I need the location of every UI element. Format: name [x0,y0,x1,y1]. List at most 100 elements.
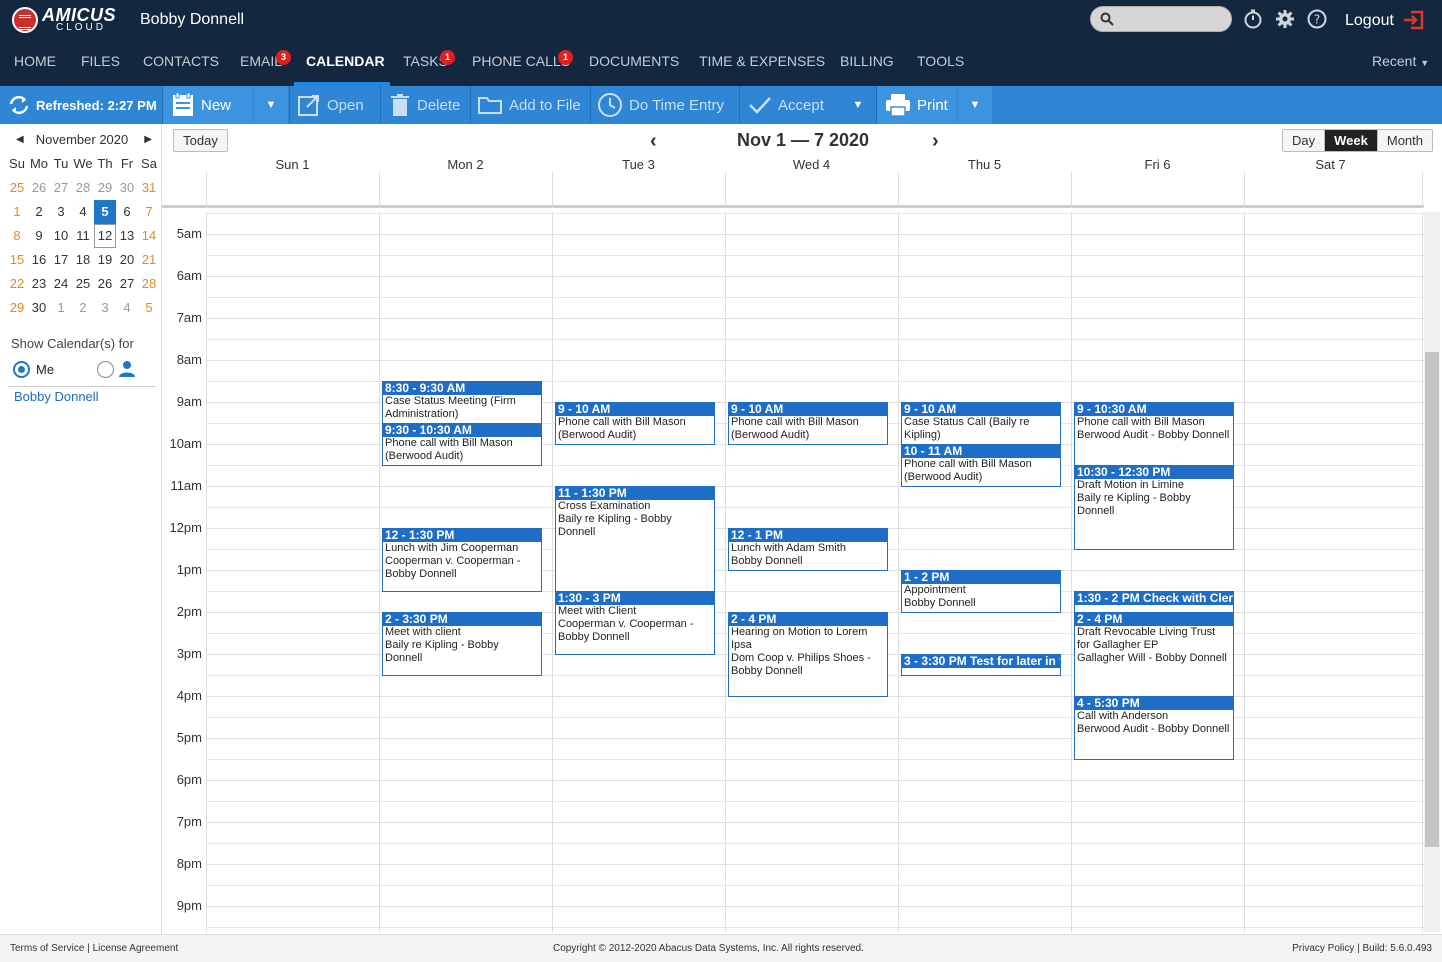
mini-calendar-day[interactable]: 28 [138,272,160,296]
amicus-logo[interactable]: AMICUS CLOUD [12,5,116,35]
accept-button[interactable]: Accept [748,86,824,124]
mini-calendar-day[interactable]: 24 [50,272,72,296]
next-month-icon[interactable]: ▶ [144,128,152,152]
print-button[interactable]: Print [877,86,957,124]
mini-calendar-day[interactable]: 8 [6,224,28,248]
mini-calendar-day[interactable]: 27 [50,176,72,200]
calendar-event[interactable]: 1:30 - 2 PM Check with Clerk o [1074,591,1234,613]
calendar-event[interactable]: 9 - 10 AM Phone call with Bill Mason (Ber… [555,402,715,445]
mini-calendar-day[interactable]: 30 [28,296,50,320]
delete-button[interactable]: Delete [389,86,460,124]
mini-calendar-day[interactable]: 17 [50,248,72,272]
mini-calendar-day[interactable]: 20 [116,248,138,272]
prev-month-icon[interactable]: ◀ [16,128,24,152]
gear-icon[interactable] [1274,8,1296,30]
new-dropdown-button[interactable]: ▼ [254,86,288,124]
mini-calendar-day[interactable]: 10 [50,224,72,248]
mini-calendar-day[interactable]: 5 [138,296,160,320]
logout-icon[interactable] [1403,10,1425,30]
calendar-event[interactable]: 2 - 3:30 PM Meet with client Baily re Kip… [382,612,542,676]
nav-phone-calls[interactable]: PHONE CALLS 1 [472,50,573,73]
nav-files[interactable]: FILES [81,53,120,73]
mini-calendar-day[interactable]: 26 [94,272,116,296]
calendar-event[interactable]: 2 - 4 PM Hearing on Motion to Lorem Ipsa … [728,612,888,697]
calendar-event[interactable]: 9:30 - 10:30 AM Phone call with Bill Maso… [382,423,542,466]
nav-email[interactable]: EMAIL 3 [240,50,291,73]
view-week-button[interactable]: Week [1325,130,1378,151]
time-grid[interactable]: 5am 6am 7am 8am 9am 10am 11am 12pm 1pm 2pm 3pm 4pm 5… [162,212,1424,932]
view-month-button[interactable]: Month [1377,130,1432,151]
mini-calendar-day[interactable]: 4 [116,296,138,320]
calendar-event[interactable]: 11 - 1:30 PM Cross Examination Baily re K… [555,486,715,592]
mini-calendar-day[interactable]: 1 [50,296,72,320]
mini-calendar-day[interactable]: 14 [138,224,160,248]
calendar-event[interactable]: 12 - 1:30 PM Lunch with Jim Cooperman Coo… [382,528,542,592]
footer-legal-links[interactable]: Terms of Service | License Agreement [10,943,178,954]
mini-calendar-day[interactable]: 1 [6,200,28,224]
nav-billing[interactable]: BILLING [840,53,894,73]
recent-dropdown[interactable]: Recent ▼ [1372,53,1429,69]
nav-home[interactable]: HOME [14,53,56,73]
mini-calendar-day[interactable]: 21 [138,248,160,272]
logout-button[interactable]: Logout [1345,12,1394,30]
mini-calendar-day[interactable]: 12 [94,224,116,248]
time-entry-button[interactable]: Do Time Entry [597,86,724,124]
mini-calendar-day[interactable]: 3 [50,200,72,224]
footer-build-info[interactable]: Privacy Policy | Build: 5.6.0.493 [1292,943,1432,954]
calendar-event[interactable]: 3 - 3:30 PM Test for later in th [901,654,1061,676]
mini-calendar-day[interactable]: 25 [72,272,94,296]
view-day-button[interactable]: Day [1283,130,1326,151]
mini-calendar-day[interactable]: 27 [116,272,138,296]
calendar-event[interactable]: 10:30 - 12:30 PM Draft Motion in Limine B… [1074,465,1234,550]
nav-tasks[interactable]: TASKS 1 [403,50,455,73]
calendar-event[interactable]: 2 - 4 PM Draft Revocable Living Trust for… [1074,612,1234,697]
nav-calendar[interactable]: CALENDAR [306,53,385,73]
calendar-owner-link[interactable]: Bobby Donnell [14,389,99,404]
mini-calendar-day[interactable]: 15 [6,248,28,272]
other-user-radio[interactable] [97,361,114,378]
nav-contacts[interactable]: CONTACTS [143,53,219,73]
mini-calendar-day[interactable]: 13 [116,224,138,248]
mini-calendar-day[interactable]: 3 [94,296,116,320]
mini-calendar-day[interactable]: 26 [28,176,50,200]
mini-calendar-day[interactable]: 9 [28,224,50,248]
calendar-event[interactable]: 8:30 - 9:30 AM Case Status Meeting (Firm … [382,381,542,424]
mini-calendar-day[interactable]: 6 [116,200,138,224]
calendar-event[interactable]: 4 - 5:30 PM Call with Anderson Berwood Au… [1074,696,1234,760]
scrollbar-thumb[interactable] [1425,352,1439,847]
mini-calendar-day[interactable]: 25 [6,176,28,200]
mini-calendar-day[interactable]: 28 [72,176,94,200]
mini-calendar-day[interactable]: 7 [138,200,160,224]
help-icon[interactable]: ? [1306,8,1328,30]
nav-tools[interactable]: TOOLS [917,53,964,73]
mini-calendar-day[interactable]: 18 [72,248,94,272]
mini-calendar-day[interactable]: 16 [28,248,50,272]
add-to-file-button[interactable]: Add to File [477,86,581,124]
nav-time-expenses[interactable]: TIME & EXPENSES [699,53,825,73]
person-icon[interactable] [118,360,136,378]
next-week-chevron-icon[interactable]: › [932,130,939,153]
refresh-button[interactable]: Refreshed: 2:27 PM [8,86,157,124]
open-button[interactable]: Open [297,86,364,124]
mini-calendar-day[interactable]: 19 [94,248,116,272]
stopwatch-icon[interactable] [1242,8,1264,30]
mini-calendar-day[interactable]: 11 [72,224,94,248]
mini-calendar-day[interactable]: 23 [28,272,50,296]
mini-calendar-day[interactable]: 30 [116,176,138,200]
print-dropdown-button[interactable]: ▼ [958,86,992,124]
nav-documents[interactable]: DOCUMENTS [589,53,679,73]
search-input[interactable] [1090,6,1232,32]
calendar-event[interactable]: 9 - 10:30 AM Phone call with Bill Mason B… [1074,402,1234,466]
mini-calendar-day[interactable]: 2 [28,200,50,224]
mini-calendar-day[interactable]: 4 [72,200,94,224]
mini-calendar-day[interactable]: 31 [138,176,160,200]
mini-calendar-day[interactable]: 5 [94,200,116,224]
all-day-row[interactable] [162,172,1424,208]
calendar-event[interactable]: 1:30 - 3 PM Meet with Client Cooperman v.… [555,591,715,655]
calendar-event[interactable]: 12 - 1 PM Lunch with Adam Smith Bobby Don… [728,528,888,571]
calendar-event[interactable]: 1 - 2 PM Appointment Bobby Donnell [901,570,1061,613]
me-radio[interactable] [13,361,30,378]
mini-calendar-day[interactable]: 2 [72,296,94,320]
new-button[interactable]: New [163,86,253,124]
prev-week-chevron-icon[interactable]: ‹ [650,130,657,153]
